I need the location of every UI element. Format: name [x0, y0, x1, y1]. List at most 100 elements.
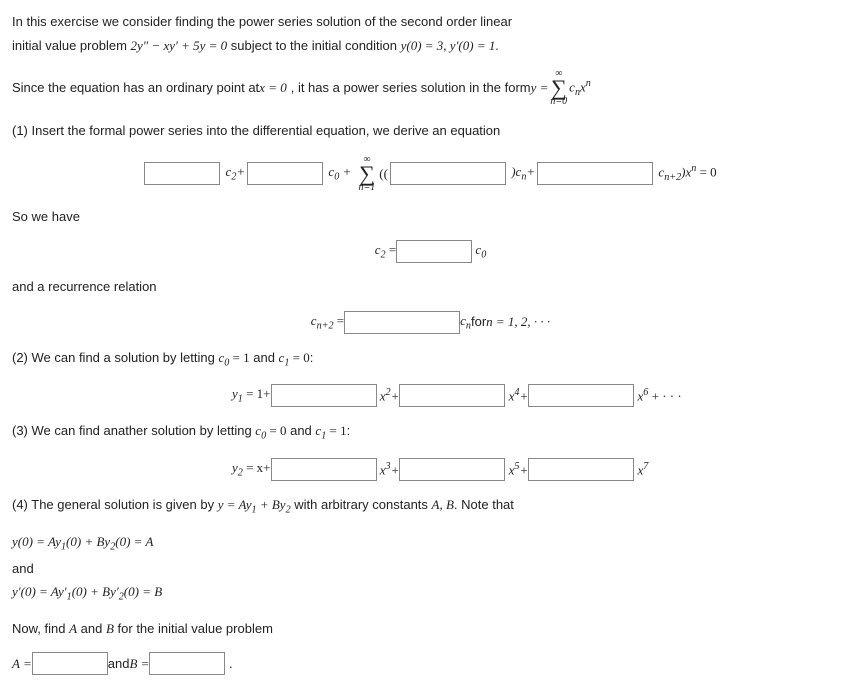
tx: )x [681, 165, 691, 180]
rec-for: for [471, 312, 486, 332]
y2p2: + [519, 463, 528, 478]
x0: x = 0 [259, 78, 287, 98]
rec-lhs: cn+2 = [311, 311, 344, 334]
rl-eq: = [334, 313, 345, 328]
intro-line2: initial value problem 2y″ − xy′ + 5y = 0… [12, 36, 849, 56]
since-b: , it has a power series solution in the … [291, 78, 531, 98]
cn-sup: n [586, 78, 591, 89]
q3e: : [347, 423, 351, 438]
y1-lhs: y1 = 1+ [232, 384, 271, 407]
y1p2: + [519, 389, 528, 404]
c2-label: c2+ [222, 162, 245, 185]
rl-s: n+2 [317, 320, 334, 331]
cn-mid: )cn+ [508, 162, 535, 185]
rec-row: cn+2 = cn for n = 1, 2, · · · [12, 311, 849, 334]
now-c: for the initial value problem [114, 621, 273, 636]
now-a: Now, find [12, 621, 69, 636]
and2: and [108, 654, 130, 674]
q2b1: = 1 [229, 350, 249, 365]
q4by: y = Ay [218, 497, 252, 512]
y1p1: + [391, 389, 400, 404]
c2-row: c2 = c0 [12, 240, 849, 263]
y1-x6: x6 + · · · [634, 385, 681, 406]
yp0ac: (0) = B [124, 584, 162, 599]
sigma-icon: ∞ ∑ n=0 [550, 69, 567, 107]
q3-text: (3) We can find anather solution by lett… [12, 421, 849, 444]
input-y1-b[interactable] [399, 384, 505, 407]
q3d: c1 = 1 [315, 423, 346, 438]
q2e: : [310, 350, 314, 365]
q3a: (3) We can find anather solution by lett… [12, 423, 255, 438]
input-sum-b[interactable] [537, 162, 653, 185]
y2-row: y2 = x+ x3+ x5+ x7 [12, 458, 849, 481]
input-y1-a[interactable] [271, 384, 377, 407]
q2b: c0 = 1 [218, 350, 249, 365]
input-y1-c[interactable] [528, 384, 634, 407]
q4e: A, B [432, 497, 454, 512]
cnm-p: + [526, 164, 535, 179]
y0-line: y(0) = Ay1(0) + By2(0) = A [12, 532, 849, 555]
since-line: Since the equation has an ordinary point… [12, 69, 849, 107]
y0a: y(0) = Ay1(0) + By2(0) = A [12, 534, 153, 549]
c2eq-rhs: c0 [472, 240, 486, 263]
paren-open: (( [379, 164, 388, 184]
y2b: = x+ [243, 460, 271, 475]
y2-lhs: y2 = x+ [232, 458, 271, 481]
since-a: Since the equation has an ordinary point… [12, 78, 259, 98]
ab-row: A = and B = . [12, 652, 849, 675]
y1-row: y1 = 1+ x2+ x4+ x6 + · · · [12, 384, 849, 407]
period2: . [225, 654, 232, 674]
yp0aa: y′(0) = Ay′ [12, 584, 67, 599]
input-c2-coef[interactable] [144, 162, 220, 185]
q2c: and [250, 350, 279, 365]
input-sum-a[interactable] [390, 162, 506, 185]
c2l-eq: = [386, 242, 397, 257]
y1-x4: x4+ [505, 385, 528, 406]
y2p1: + [391, 463, 400, 478]
and-line: and [12, 559, 849, 579]
c0p1: + [343, 164, 352, 179]
c0-label: c0 + [325, 162, 354, 185]
teq: = 0 [696, 165, 716, 180]
now-A: A [69, 621, 77, 636]
recur-text: and a recurrence relation [12, 277, 849, 297]
intro-text-a: initial value problem [12, 38, 131, 53]
now-B: B [106, 621, 114, 636]
yp0-line: y′(0) = Ay′1(0) + By′2(0) = B [12, 582, 849, 605]
input-rec[interactable] [344, 311, 460, 334]
c2r-s: 0 [481, 250, 486, 261]
tail: cn+2)xn = 0 [655, 161, 717, 185]
input-B[interactable] [149, 652, 225, 675]
sigma-bot: n=0 [550, 97, 567, 107]
input-y2-c[interactable] [528, 458, 634, 481]
now-line: Now, find A and B for the initial value … [12, 619, 849, 639]
rec-range: n = 1, 2, · · · [486, 312, 550, 332]
cnxn: cnxn [569, 76, 591, 100]
q4c: + By [257, 497, 286, 512]
input-y2-a[interactable] [271, 458, 377, 481]
q2d0: = 0 [289, 350, 309, 365]
input-c0-coef[interactable] [247, 162, 323, 185]
y2-x3: x3+ [377, 459, 400, 480]
y2-x5: x5+ [505, 459, 528, 480]
Aeq: A = [12, 654, 32, 674]
q4f: . Note that [454, 497, 514, 512]
input-A[interactable] [32, 652, 108, 675]
c2eq-lhs: c2 = [375, 240, 396, 263]
q2a: (2) We can find a solution by letting [12, 350, 218, 365]
q2d: c1 = 0 [279, 350, 310, 365]
input-c2-val[interactable] [396, 240, 472, 263]
sigma2-icon: ∞ ∑ n=1 [359, 155, 376, 193]
eq1-row: c2+ c0 + ∞ ∑ n=1 (( )cn+ cn+2)xn = 0 [12, 155, 849, 193]
sigma2-bot: n=1 [359, 183, 376, 193]
Beq: B = [129, 654, 149, 674]
ode-eq: 2y″ − xy′ + 5y = 0 [131, 38, 228, 53]
period1: . [495, 38, 498, 53]
y1d: + · · · [648, 389, 681, 404]
intro-line1: In this exercise we consider finding the… [12, 12, 849, 32]
y0ab: (0) + By [66, 534, 110, 549]
yp0a: y′(0) = Ay′1(0) + By′2(0) = B [12, 584, 162, 599]
q4a: (4) The general solution is given by [12, 497, 218, 512]
input-y2-b[interactable] [399, 458, 505, 481]
q3d1: = 1 [326, 423, 346, 438]
